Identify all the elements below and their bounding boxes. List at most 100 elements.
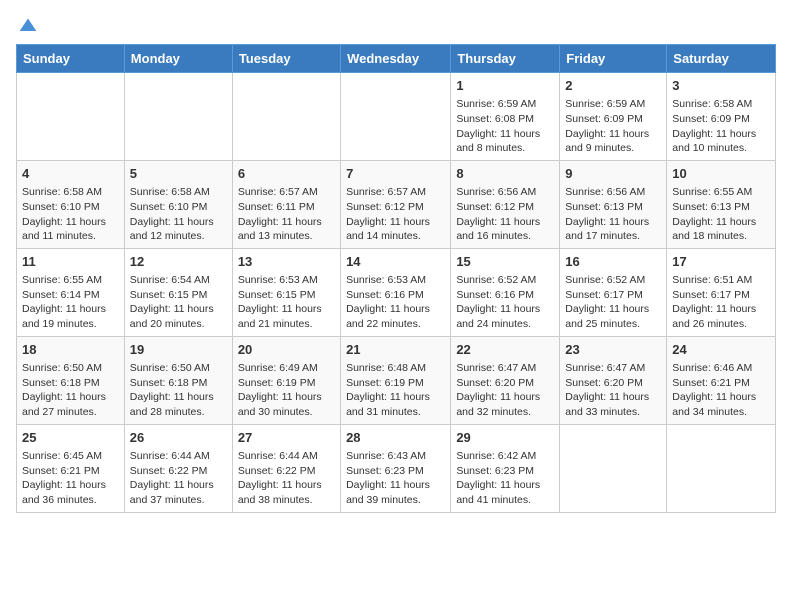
day-info: Sunrise: 6:56 AM Sunset: 6:13 PM Dayligh…	[565, 185, 661, 244]
calendar-day-cell: 29Sunrise: 6:42 AM Sunset: 6:23 PM Dayli…	[451, 424, 560, 512]
day-info: Sunrise: 6:58 AM Sunset: 6:09 PM Dayligh…	[672, 97, 770, 156]
day-number: 4	[22, 165, 119, 183]
day-number: 23	[565, 341, 661, 359]
calendar-day-cell: 3 Sunrise: 6:58 AM Sunset: 6:09 PM Daylig…	[667, 73, 776, 161]
weekday-header-cell: Thursday	[451, 45, 560, 73]
calendar-week-row: 18 Sunrise: 6:50 AM Sunset: 6:18 PM Dayli…	[17, 336, 776, 424]
day-info: Sunrise: 6:55 AM Sunset: 6:14 PM Dayligh…	[22, 273, 119, 332]
weekday-header-cell: Tuesday	[232, 45, 340, 73]
calendar-day-cell	[341, 73, 451, 161]
calendar-day-cell: 2 Sunrise: 6:59 AM Sunset: 6:09 PM Daylig…	[560, 73, 667, 161]
day-info: Sunrise: 6:52 AM Sunset: 6:17 PM Dayligh…	[565, 273, 661, 332]
day-number: 10	[672, 165, 770, 183]
calendar-day-cell: 16 Sunrise: 6:52 AM Sunset: 6:17 PM Dayli…	[560, 248, 667, 336]
calendar-day-cell: 24 Sunrise: 6:46 AM Sunset: 6:21 PM Dayli…	[667, 336, 776, 424]
day-info: Sunrise: 6:54 AM Sunset: 6:15 PM Dayligh…	[130, 273, 227, 332]
day-number: 19	[130, 341, 227, 359]
weekday-header-cell: Sunday	[17, 45, 125, 73]
calendar-day-cell: 22Sunrise: 6:47 AM Sunset: 6:20 PM Dayli…	[451, 336, 560, 424]
day-number: 9	[565, 165, 661, 183]
day-info: Sunrise: 6:44 AM Sunset: 6:22 PM Dayligh…	[130, 449, 227, 508]
calendar-day-cell: 7Sunrise: 6:57 AM Sunset: 6:12 PM Daylig…	[341, 160, 451, 248]
calendar-day-cell	[560, 424, 667, 512]
calendar-day-cell: 6 Sunrise: 6:57 AM Sunset: 6:11 PM Daylig…	[232, 160, 340, 248]
day-info: Sunrise: 6:58 AM Sunset: 6:10 PM Dayligh…	[22, 185, 119, 244]
calendar-day-cell: 26 Sunrise: 6:44 AM Sunset: 6:22 PM Dayli…	[124, 424, 232, 512]
calendar-day-cell	[232, 73, 340, 161]
day-info: Sunrise: 6:56 AM Sunset: 6:12 PM Dayligh…	[456, 185, 554, 244]
day-number: 27	[238, 429, 335, 447]
weekday-header-cell: Friday	[560, 45, 667, 73]
day-number: 5	[130, 165, 227, 183]
calendar-day-cell: 21 Sunrise: 6:48 AM Sunset: 6:19 PM Dayli…	[341, 336, 451, 424]
day-info: Sunrise: 6:50 AM Sunset: 6:18 PM Dayligh…	[22, 361, 119, 420]
day-number: 3	[672, 77, 770, 95]
calendar-day-cell: 10 Sunrise: 6:55 AM Sunset: 6:13 PM Dayli…	[667, 160, 776, 248]
calendar-table: SundayMondayTuesdayWednesdayThursdayFrid…	[16, 44, 776, 513]
day-info: Sunrise: 6:59 AM Sunset: 6:09 PM Dayligh…	[565, 97, 661, 156]
weekday-header-cell: Wednesday	[341, 45, 451, 73]
day-number: 26	[130, 429, 227, 447]
day-info: Sunrise: 6:45 AM Sunset: 6:21 PM Dayligh…	[22, 449, 119, 508]
day-info: Sunrise: 6:50 AM Sunset: 6:18 PM Dayligh…	[130, 361, 227, 420]
day-number: 14	[346, 253, 445, 271]
calendar-day-cell: 12Sunrise: 6:54 AM Sunset: 6:15 PM Dayli…	[124, 248, 232, 336]
calendar-day-cell: 19 Sunrise: 6:50 AM Sunset: 6:18 PM Dayli…	[124, 336, 232, 424]
calendar-week-row: 11 Sunrise: 6:55 AM Sunset: 6:14 PM Dayli…	[17, 248, 776, 336]
day-info: Sunrise: 6:46 AM Sunset: 6:21 PM Dayligh…	[672, 361, 770, 420]
day-number: 6	[238, 165, 335, 183]
calendar-day-cell: 25 Sunrise: 6:45 AM Sunset: 6:21 PM Dayli…	[17, 424, 125, 512]
day-info: Sunrise: 6:42 AM Sunset: 6:23 PM Dayligh…	[456, 449, 554, 508]
day-info: Sunrise: 6:47 AM Sunset: 6:20 PM Dayligh…	[565, 361, 661, 420]
calendar-day-cell: 15 Sunrise: 6:52 AM Sunset: 6:16 PM Dayli…	[451, 248, 560, 336]
day-info: Sunrise: 6:43 AM Sunset: 6:23 PM Dayligh…	[346, 449, 445, 508]
calendar-day-cell: 4 Sunrise: 6:58 AM Sunset: 6:10 PM Daylig…	[17, 160, 125, 248]
weekday-header-row: SundayMondayTuesdayWednesdayThursdayFrid…	[17, 45, 776, 73]
calendar-day-cell: 9 Sunrise: 6:56 AM Sunset: 6:13 PM Daylig…	[560, 160, 667, 248]
day-info: Sunrise: 6:57 AM Sunset: 6:11 PM Dayligh…	[238, 185, 335, 244]
day-number: 18	[22, 341, 119, 359]
day-number: 2	[565, 77, 661, 95]
calendar-week-row: 4 Sunrise: 6:58 AM Sunset: 6:10 PM Daylig…	[17, 160, 776, 248]
day-number: 11	[22, 253, 119, 271]
day-number: 25	[22, 429, 119, 447]
day-number: 21	[346, 341, 445, 359]
weekday-header-cell: Saturday	[667, 45, 776, 73]
calendar-day-cell: 13Sunrise: 6:53 AM Sunset: 6:15 PM Dayli…	[232, 248, 340, 336]
day-info: Sunrise: 6:55 AM Sunset: 6:13 PM Dayligh…	[672, 185, 770, 244]
calendar-week-row: 25 Sunrise: 6:45 AM Sunset: 6:21 PM Dayli…	[17, 424, 776, 512]
day-number: 16	[565, 253, 661, 271]
day-info: Sunrise: 6:48 AM Sunset: 6:19 PM Dayligh…	[346, 361, 445, 420]
logo	[16, 16, 38, 36]
calendar-day-cell: 11 Sunrise: 6:55 AM Sunset: 6:14 PM Dayli…	[17, 248, 125, 336]
calendar-day-cell: 14 Sunrise: 6:53 AM Sunset: 6:16 PM Dayli…	[341, 248, 451, 336]
calendar-day-cell: 27 Sunrise: 6:44 AM Sunset: 6:22 PM Dayli…	[232, 424, 340, 512]
calendar-day-cell	[17, 73, 125, 161]
calendar-day-cell: 1Sunrise: 6:59 AM Sunset: 6:08 PM Daylig…	[451, 73, 560, 161]
day-info: Sunrise: 6:57 AM Sunset: 6:12 PM Dayligh…	[346, 185, 445, 244]
logo-icon	[18, 16, 38, 36]
day-number: 13	[238, 253, 335, 271]
day-number: 17	[672, 253, 770, 271]
day-number: 8	[456, 165, 554, 183]
day-number: 15	[456, 253, 554, 271]
calendar-day-cell: 18 Sunrise: 6:50 AM Sunset: 6:18 PM Dayli…	[17, 336, 125, 424]
calendar-day-cell: 5 Sunrise: 6:58 AM Sunset: 6:10 PM Daylig…	[124, 160, 232, 248]
calendar-day-cell: 8 Sunrise: 6:56 AM Sunset: 6:12 PM Daylig…	[451, 160, 560, 248]
calendar-day-cell	[667, 424, 776, 512]
day-info: Sunrise: 6:58 AM Sunset: 6:10 PM Dayligh…	[130, 185, 227, 244]
day-number: 1	[456, 77, 554, 95]
header	[16, 16, 776, 36]
day-number: 22	[456, 341, 554, 359]
day-info: Sunrise: 6:49 AM Sunset: 6:19 PM Dayligh…	[238, 361, 335, 420]
calendar-day-cell	[124, 73, 232, 161]
day-info: Sunrise: 6:51 AM Sunset: 6:17 PM Dayligh…	[672, 273, 770, 332]
calendar-week-row: 1Sunrise: 6:59 AM Sunset: 6:08 PM Daylig…	[17, 73, 776, 161]
day-number: 20	[238, 341, 335, 359]
day-number: 28	[346, 429, 445, 447]
calendar-body: 1Sunrise: 6:59 AM Sunset: 6:08 PM Daylig…	[17, 73, 776, 513]
day-info: Sunrise: 6:53 AM Sunset: 6:16 PM Dayligh…	[346, 273, 445, 332]
day-info: Sunrise: 6:44 AM Sunset: 6:22 PM Dayligh…	[238, 449, 335, 508]
day-info: Sunrise: 6:52 AM Sunset: 6:16 PM Dayligh…	[456, 273, 554, 332]
day-number: 24	[672, 341, 770, 359]
